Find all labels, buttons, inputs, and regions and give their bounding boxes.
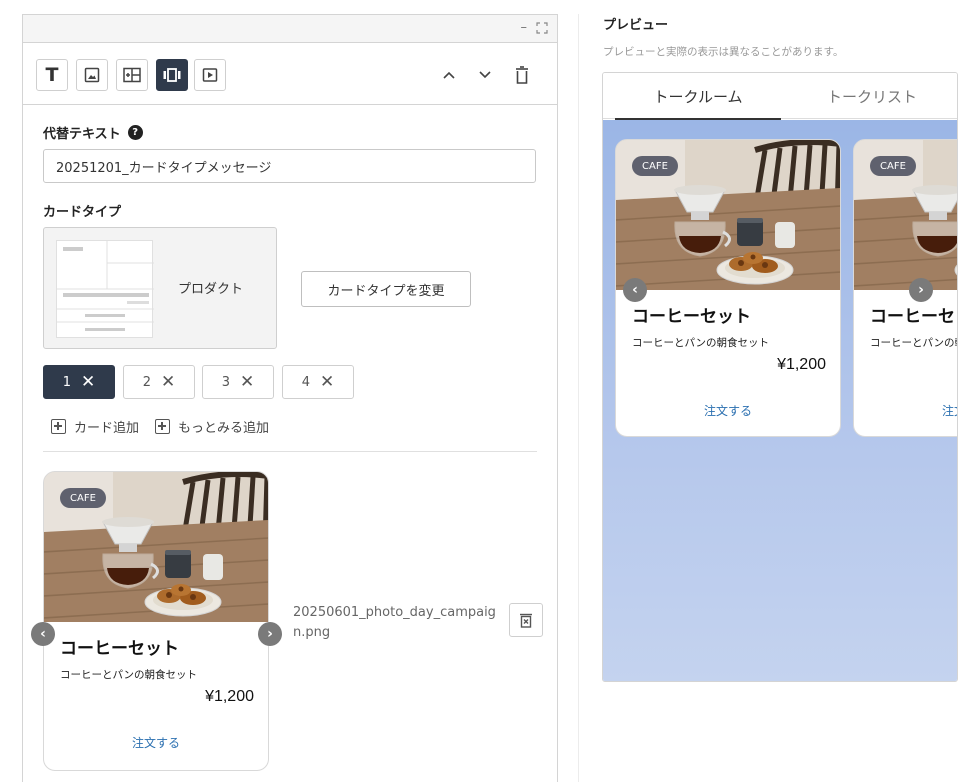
image-file-name: 20250601_photo_day_campaign.png — [293, 605, 496, 640]
card-title: コーヒーセット — [870, 307, 957, 327]
expand-icon[interactable] — [536, 22, 548, 34]
preview-card-2[interactable]: CAFE コーヒーセット コーヒーとパンの朝食セット ¥1,200 注文する — [853, 139, 957, 437]
preview-tabs: トークルーム トークリスト — [603, 73, 957, 120]
card-type-name: プロダクト — [178, 282, 244, 297]
card-tab-3[interactable]: 3 ✕ — [202, 365, 274, 399]
chevron-right-icon[interactable]: › — [909, 278, 933, 302]
plus-icon — [51, 419, 66, 434]
close-icon[interactable]: ✕ — [81, 373, 95, 391]
chevron-right-icon[interactable]: › — [258, 622, 282, 646]
panel-separator — [578, 14, 579, 782]
card-tab-2[interactable]: 2 ✕ — [123, 365, 195, 399]
divider — [43, 451, 537, 452]
minimize-icon[interactable]: – — [521, 20, 528, 35]
image-icon — [84, 67, 100, 83]
delete-message-button[interactable] — [512, 65, 532, 85]
card-action-link[interactable]: 注文する — [616, 402, 840, 419]
cafe-badge: CAFE — [632, 156, 678, 176]
card-description: コーヒーとパンの朝食セット — [632, 337, 770, 349]
add-card-link[interactable]: カード追加 — [51, 417, 139, 436]
help-icon[interactable]: ? — [127, 125, 143, 140]
card-message-button[interactable] — [156, 59, 188, 91]
preview-title: プレビュー — [603, 18, 669, 33]
add-actions: カード追加 もっとみる追加 — [51, 417, 269, 436]
move-up-button[interactable] — [439, 65, 459, 85]
close-icon[interactable]: ✕ — [320, 373, 334, 391]
card-title: コーヒーセット — [632, 307, 751, 327]
card-message-editor: – T 代替テキスト ? 20251201_カードタイプメッセージ カードタイプ… — [22, 14, 558, 782]
chevron-left-icon[interactable]: ‹ — [623, 278, 647, 302]
card-carousel-icon — [163, 68, 181, 82]
card-price: ¥1,200 — [777, 356, 826, 373]
product-card-thumbnail — [56, 240, 154, 338]
chat-background: CAFE コーヒーセット コーヒーとパンの朝食セット ¥1,200 注文する ‹… — [603, 120, 957, 681]
tab-talk-list[interactable]: トークリスト — [789, 73, 955, 119]
tab-talk-room[interactable]: トークルーム — [615, 73, 781, 120]
card-price: ¥1,200 — [205, 688, 254, 705]
alt-text-input[interactable] — [43, 149, 536, 183]
preview-card-1[interactable]: CAFE コーヒーセット コーヒーとパンの朝食セット ¥1,200 注文する — [615, 139, 841, 437]
editor-card-preview[interactable]: CAFE コーヒーセット コーヒーとパンの朝食セット ¥1,200 注文する — [43, 471, 269, 771]
close-icon[interactable]: ✕ — [240, 373, 254, 391]
text-message-button[interactable]: T — [36, 59, 68, 91]
preview-panel: トークルーム トークリスト CAFE コーヒーセット コーヒーとパンの朝食セット… — [602, 72, 958, 682]
image-message-button[interactable] — [76, 59, 108, 91]
chevron-left-icon[interactable]: ‹ — [31, 622, 55, 646]
editor-header-bar: – — [23, 15, 557, 43]
message-type-toolbar: T — [23, 43, 557, 105]
plus-icon — [155, 419, 171, 434]
chevron-down-icon — [479, 71, 491, 79]
close-icon[interactable]: ✕ — [161, 373, 175, 391]
move-down-button[interactable] — [475, 65, 495, 85]
video-message-button[interactable] — [194, 59, 226, 91]
add-see-more-link[interactable]: もっとみる追加 — [155, 417, 269, 436]
trash-icon — [516, 66, 528, 84]
card-description: コーヒーとパンの朝食セット — [60, 669, 198, 681]
video-icon — [202, 68, 218, 82]
change-card-type-button[interactable]: カードタイプを変更 — [301, 271, 471, 307]
chevron-up-icon — [443, 71, 455, 79]
preview-note: プレビューと実際の表示は異なることがあります。 — [603, 46, 844, 58]
card-action-link[interactable]: 注文する — [854, 402, 957, 419]
cafe-badge: CAFE — [60, 488, 106, 508]
card-type-label: カードタイプ — [43, 205, 122, 220]
delete-image-icon — [520, 613, 532, 628]
rich-message-button[interactable] — [116, 59, 148, 91]
cafe-badge: CAFE — [870, 156, 916, 176]
card-description: コーヒーとパンの朝食セット — [870, 337, 957, 349]
card-title: コーヒーセット — [60, 639, 179, 659]
rich-message-icon — [123, 67, 141, 83]
card-type-selector[interactable]: プロダクト — [43, 227, 277, 349]
text-icon: T — [45, 63, 59, 86]
delete-image-button[interactable] — [509, 603, 543, 637]
card-tab-1[interactable]: 1 ✕ — [43, 365, 115, 399]
alt-text-label: 代替テキスト ? — [43, 123, 143, 142]
card-action-link[interactable]: 注文する — [44, 734, 268, 751]
card-tab-4[interactable]: 4 ✕ — [282, 365, 354, 399]
